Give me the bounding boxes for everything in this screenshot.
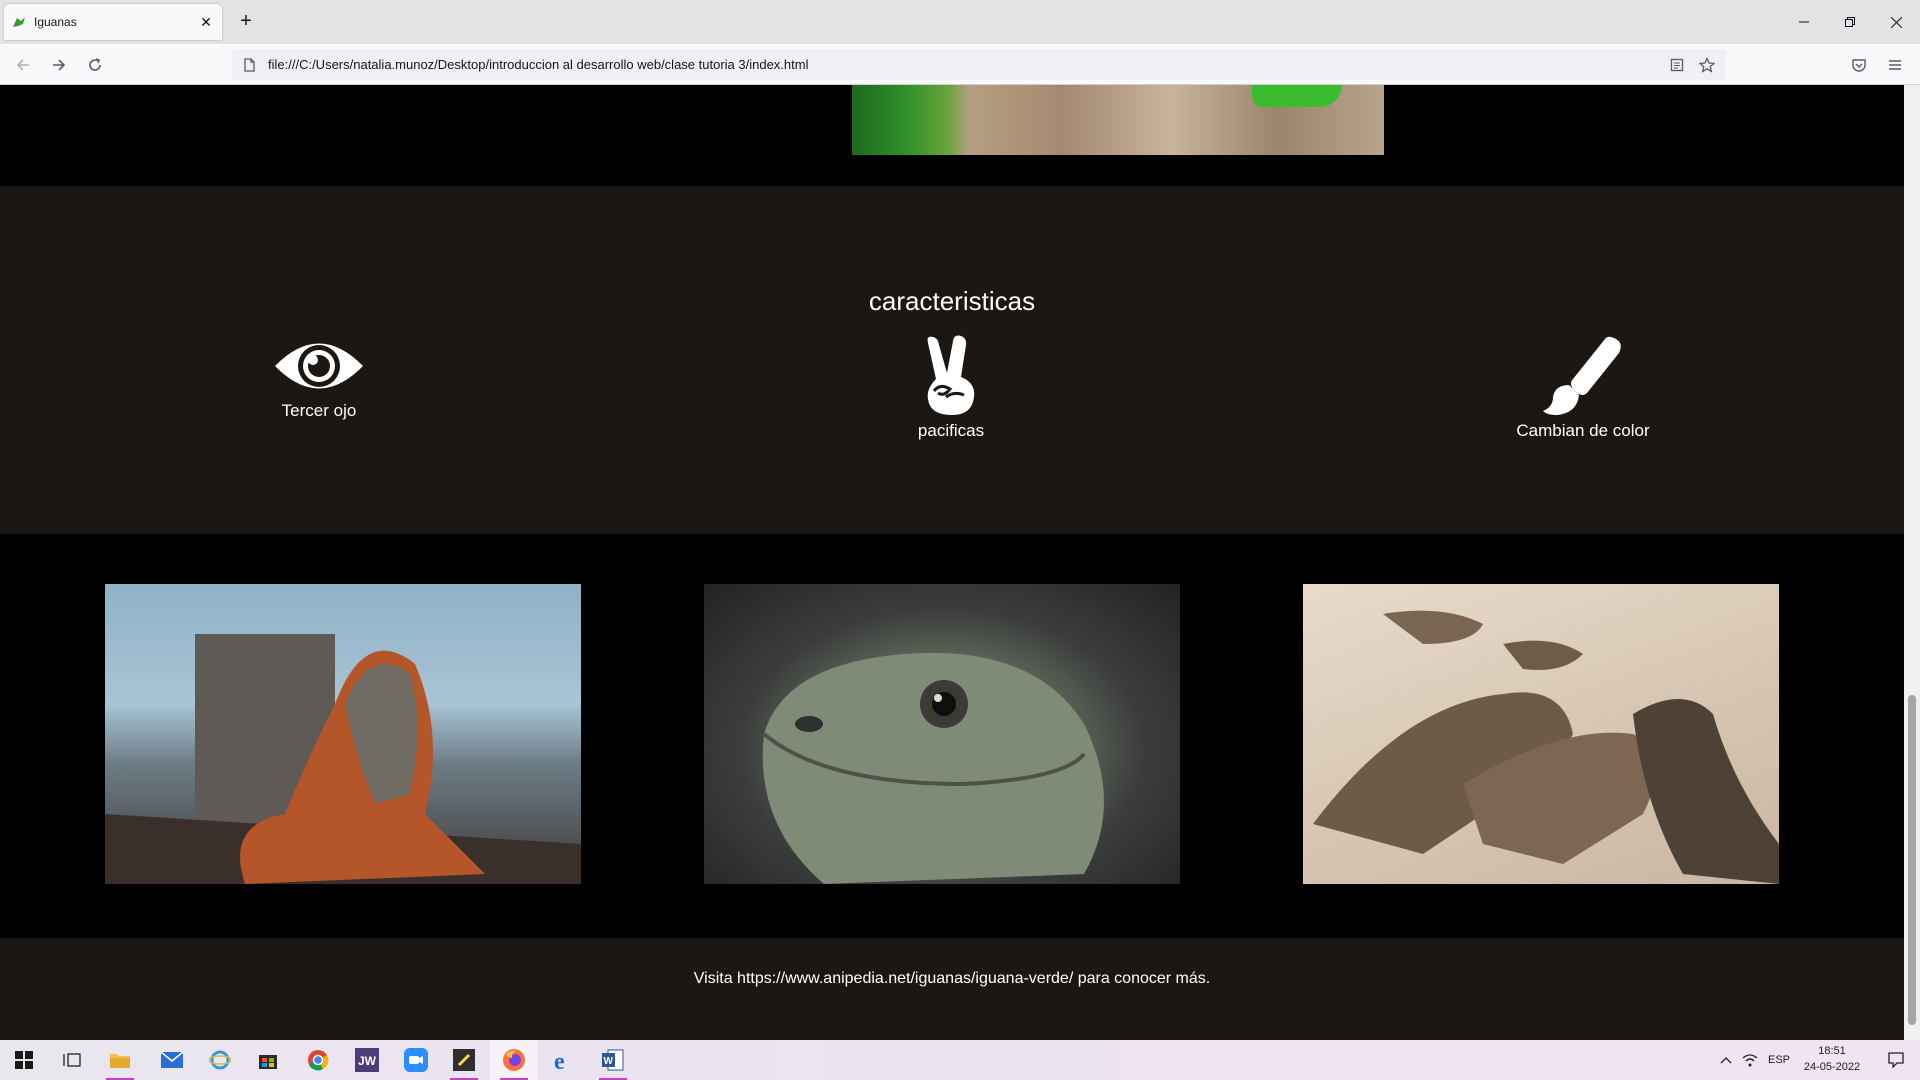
action-center-button[interactable] [1876,1040,1916,1080]
iguana-favicon-icon [13,17,25,27]
windows-taskbar: JW e W ESP 18:51 24-05-2022 [0,1040,1920,1080]
page-icon [244,57,255,72]
close-icon [1890,16,1902,28]
address-bar[interactable]: file:///C:/Users/natalia.munoz/Desktop/i… [232,49,1726,80]
minimize-icon [1799,21,1809,23]
windows-logo-icon [15,1051,33,1069]
wifi-icon [1742,1054,1758,1067]
sticky-notes-icon [453,1049,475,1071]
browser-nav-bar: file:///C:/Users/natalia.munoz/Desktop/i… [0,44,1920,85]
iguana-shore-illustration [105,634,581,884]
mail-button[interactable] [148,1040,196,1080]
feature-color-change: Cambian de color [1453,335,1713,441]
zoom-icon [404,1048,428,1072]
close-window-button[interactable] [1873,0,1919,44]
sticky-notes-button[interactable] [440,1040,488,1080]
task-view-icon [63,1053,81,1067]
internet-explorer-icon [209,1050,231,1070]
firefox-button[interactable] [490,1040,538,1080]
scrollbar-thumb[interactable] [1908,695,1916,1025]
star-icon [1699,56,1715,73]
svg-text:JW: JW [358,1054,377,1068]
chevron-up-icon [1720,1057,1732,1064]
browser-tab-bar: Iguanas ✕ + [0,0,1920,44]
feature-label: pacificas [917,421,985,440]
word-icon: W [602,1049,624,1071]
edge-icon: e [554,1049,565,1071]
peace-hand-icon [927,335,975,415]
restore-button[interactable] [1827,0,1873,44]
store-button[interactable] [244,1040,292,1080]
page-footer: Visita https://www.anipedia.net/iguanas/… [0,938,1904,1040]
page-viewport: caracteristicas Tercer ojo pacificas Cam… [0,85,1920,1040]
iguana-closeup-photo [704,584,1180,884]
tab-close-icon[interactable]: ✕ [198,14,214,31]
folder-icon [110,1054,130,1068]
network-button[interactable] [1740,1040,1760,1080]
feature-third-eye: Tercer ojo [189,335,449,421]
clock[interactable]: 18:51 24-05-2022 [1800,1043,1864,1075]
word-button[interactable]: W [589,1040,637,1080]
new-tab-button[interactable]: + [234,10,258,34]
app-menu-button[interactable] [1882,52,1908,78]
restore-icon [1845,17,1855,27]
tab-iguanas[interactable]: Iguanas ✕ [4,4,222,40]
reader-view-icon [1670,58,1684,71]
iguana-head-illustration [762,652,1104,884]
pocket-icon [1852,59,1866,72]
minimize-button[interactable] [1781,0,1827,44]
mail-icon [161,1052,183,1068]
iguanas-group-illustration [1313,610,1779,884]
features-section: caracteristicas Tercer ojo pacificas Cam… [0,186,1904,534]
bookmark-button[interactable] [1698,56,1716,74]
reader-view-button[interactable] [1668,56,1686,74]
feature-label: Tercer ojo [281,401,357,420]
iguana-on-shore-photo [105,584,581,884]
forward-button[interactable] [46,52,72,78]
jw-app-icon: JW [355,1048,379,1072]
iguana-hero-image [852,85,1384,155]
edge-button[interactable]: e [540,1040,588,1080]
url-text: file:///C:/Users/natalia.munoz/Desktop/i… [268,57,809,72]
start-button[interactable] [0,1040,48,1080]
tab-title: Iguanas [34,15,77,29]
iguanas-on-beach-photo [1303,584,1779,884]
back-button[interactable] [10,52,36,78]
feature-label: Cambian de color [1516,421,1650,440]
store-bag-icon [259,1055,277,1069]
firefox-icon [503,1049,525,1071]
language-indicator[interactable]: ESP [1764,1040,1794,1080]
footer-text: Visita https://www.anipedia.net/iguanas/… [693,970,1211,987]
clock-date: 24-05-2022 [1803,1061,1861,1073]
page-scrollbar[interactable] [1904,85,1920,1040]
svg-text:W: W [604,1056,614,1067]
reload-icon [89,58,101,71]
zoom-button[interactable] [392,1040,440,1080]
feature-peaceful: pacificas [821,335,1081,441]
file-explorer-button[interactable] [96,1040,144,1080]
arrow-left-icon [16,59,29,71]
pocket-button[interactable] [1846,52,1872,78]
arrow-right-icon [53,59,66,71]
show-hidden-icons-button[interactable] [1716,1040,1736,1080]
iguana-tail-detail [1252,85,1342,107]
chrome-icon [308,1050,329,1071]
eye-icon [275,343,363,389]
svg-text:e: e [554,1049,565,1071]
clock-time: 18:51 [1818,1045,1846,1057]
jw-app-button[interactable]: JW [343,1040,391,1080]
reload-button[interactable] [82,52,108,78]
notification-icon [1888,1052,1904,1068]
paint-brush-icon [1543,336,1621,415]
task-view-button[interactable] [48,1040,96,1080]
hamburger-menu-icon [1889,60,1901,70]
chrome-button[interactable] [294,1040,342,1080]
internet-explorer-button[interactable] [196,1040,244,1080]
features-heading: caracteristicas [868,286,1036,316]
